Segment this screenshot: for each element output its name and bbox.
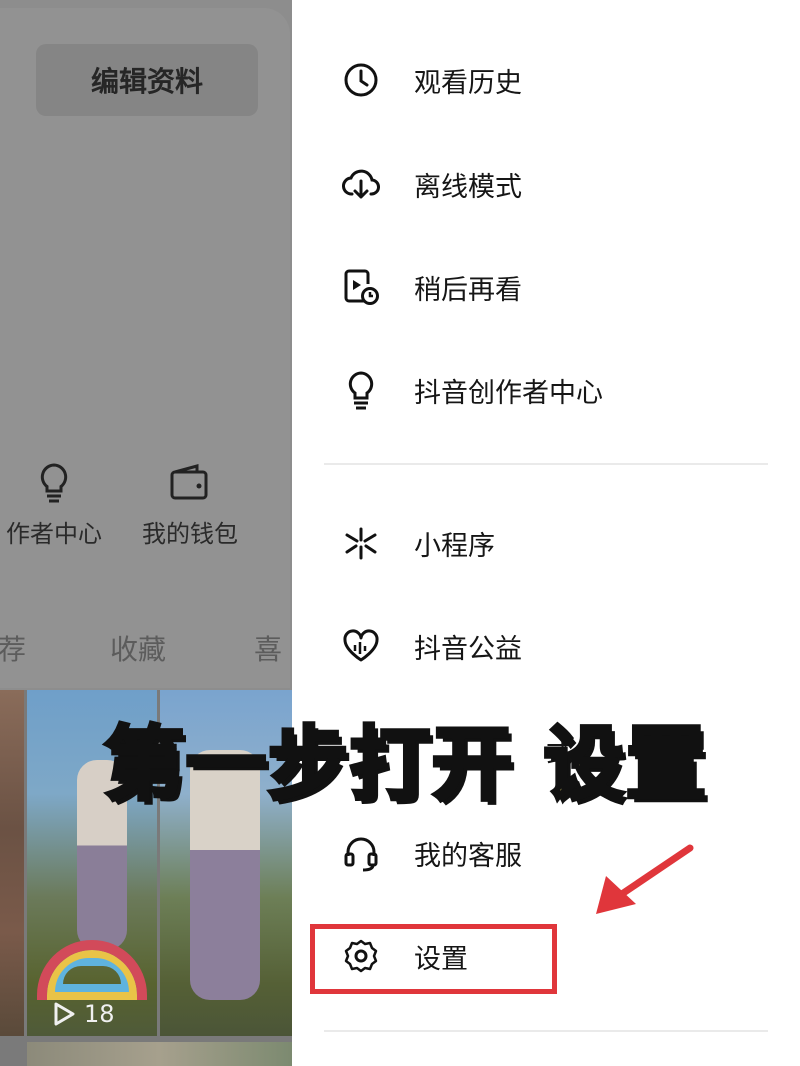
wallet-icon xyxy=(170,464,208,500)
menu-item-label: 抖音创作者中心 xyxy=(414,377,603,409)
profile-page-dimmed[interactable]: 编辑资料 作者中心 我的钱包 荐 收藏 喜 18 xyxy=(0,0,292,1066)
play-count-value: 18 xyxy=(84,1000,115,1028)
edit-profile-button[interactable]: 编辑资料 xyxy=(36,44,258,116)
menu-item-label: 抖音公益 xyxy=(414,633,522,665)
video-thumbnail[interactable] xyxy=(27,1042,292,1066)
tab-favorites[interactable]: 收藏 xyxy=(110,628,166,668)
creator-center-shortcut[interactable]: 作者中心 xyxy=(0,462,112,549)
menu-item-charity[interactable]: 抖音公益 xyxy=(342,616,522,676)
menu-item-watch-history[interactable]: 观看历史 xyxy=(342,50,522,110)
menu-item-customer-service[interactable]: 我的客服 xyxy=(342,823,522,883)
red-arrow-icon xyxy=(596,844,694,914)
cloud-download-icon xyxy=(342,165,380,203)
tab-recommend[interactable]: 荐 xyxy=(0,628,26,668)
menu-item-label: 稍后再看 xyxy=(414,274,522,306)
menu-item-watch-later[interactable]: 稍后再看 xyxy=(342,257,522,317)
rainbow-decoration xyxy=(37,940,147,1000)
menu-item-mini-programs[interactable]: 小程序 xyxy=(342,513,495,573)
heart-chart-icon xyxy=(342,627,380,665)
menu-item-label: 离线模式 xyxy=(414,171,522,203)
mini-program-icon xyxy=(342,524,380,562)
play-icon xyxy=(54,1002,75,1026)
clock-icon xyxy=(342,61,380,99)
settings-highlight-box xyxy=(310,924,557,994)
wallet-shortcut[interactable]: 我的钱包 xyxy=(130,462,250,549)
tutorial-caption: 第一步打开 设置 xyxy=(102,716,708,813)
tab-likes[interactable]: 喜 xyxy=(254,628,282,668)
play-count: 18 xyxy=(52,1000,115,1028)
menu-item-label: 观看历史 xyxy=(414,67,522,99)
menu-item-label: 小程序 xyxy=(414,530,495,562)
menu-item-offline-mode[interactable]: 离线模式 xyxy=(342,154,522,214)
bulb-icon xyxy=(40,463,68,503)
menu-item-label: 我的客服 xyxy=(414,840,522,872)
video-thumbnail[interactable] xyxy=(0,690,24,1036)
creator-center-label: 作者中心 xyxy=(6,520,102,548)
bulb-icon xyxy=(342,371,380,410)
side-drawer-menu: 观看历史 离线模式 稍后再看 抖音创作者中心 小程序 抖音公益 式 我的客服 设… xyxy=(292,0,800,1066)
menu-divider xyxy=(324,463,768,465)
menu-item-creator-center[interactable]: 抖音创作者中心 xyxy=(342,360,603,420)
wallet-label: 我的钱包 xyxy=(142,520,238,548)
headset-icon xyxy=(342,834,380,872)
menu-divider xyxy=(324,1030,768,1032)
watch-later-icon xyxy=(342,268,380,306)
